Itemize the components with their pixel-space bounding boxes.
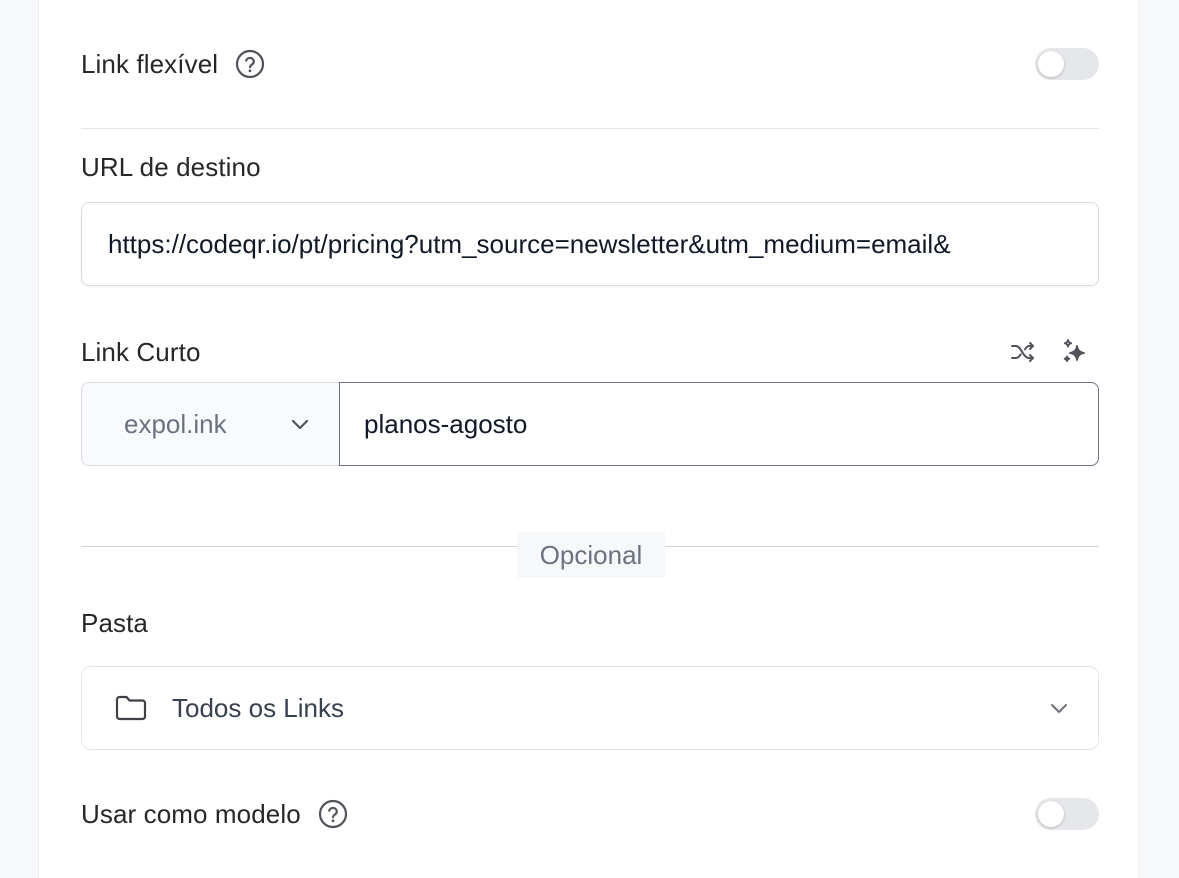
short-link-key-input[interactable]: planos-agosto <box>339 382 1099 466</box>
section-divider <box>81 128 1099 129</box>
use-as-template-label: Usar como modelo <box>81 798 301 829</box>
destination-url-label: URL de destino <box>81 152 261 182</box>
shuffle-icon[interactable] <box>1007 336 1039 368</box>
chevron-down-icon <box>1046 695 1072 721</box>
optional-label: Opcional <box>517 532 665 578</box>
folder-label-row: Pasta <box>81 608 1099 639</box>
use-as-template-label-group: Usar como modelo <box>81 798 349 830</box>
flexible-link-label-group: Link flexível <box>81 48 266 80</box>
folder-label: Pasta <box>81 608 148 638</box>
short-link-actions <box>1007 336 1091 368</box>
short-link-label-row: Link Curto <box>81 332 1099 372</box>
short-link-key-value: planos-agosto <box>364 408 528 439</box>
folder-icon <box>114 693 148 723</box>
domain-select[interactable]: expol.ink <box>81 382 339 466</box>
sparkles-icon[interactable] <box>1059 336 1091 368</box>
flexible-link-row: Link flexível <box>81 44 1099 84</box>
domain-value: expol.ink <box>124 408 227 439</box>
use-as-template-row: Usar como modelo <box>81 794 1099 834</box>
chevron-down-icon <box>287 411 313 437</box>
toggle-knob <box>1038 801 1064 827</box>
use-as-template-toggle[interactable] <box>1035 798 1099 830</box>
toggle-knob <box>1038 51 1064 77</box>
destination-url-input[interactable]: https://codeqr.io/pt/pricing?utm_source=… <box>81 202 1099 286</box>
short-link-label: Link Curto <box>81 336 201 367</box>
link-form-panel: Link flexível URL de destino https://cod… <box>38 0 1139 878</box>
folder-select[interactable]: Todos os Links <box>81 666 1099 750</box>
flexible-link-label: Link flexível <box>81 48 219 79</box>
help-circle-icon[interactable] <box>234 48 266 80</box>
folder-value: Todos os Links <box>172 692 344 723</box>
flexible-link-toggle[interactable] <box>1035 48 1099 80</box>
help-circle-icon[interactable] <box>317 798 349 830</box>
short-link-field: expol.ink planos-agosto <box>81 382 1099 466</box>
folder-select-left: Todos os Links <box>114 693 344 724</box>
optional-separator: Opcional <box>81 532 1099 578</box>
destination-url-value: https://codeqr.io/pt/pricing?utm_source=… <box>108 228 951 259</box>
destination-label-row: URL de destino <box>81 152 1099 183</box>
